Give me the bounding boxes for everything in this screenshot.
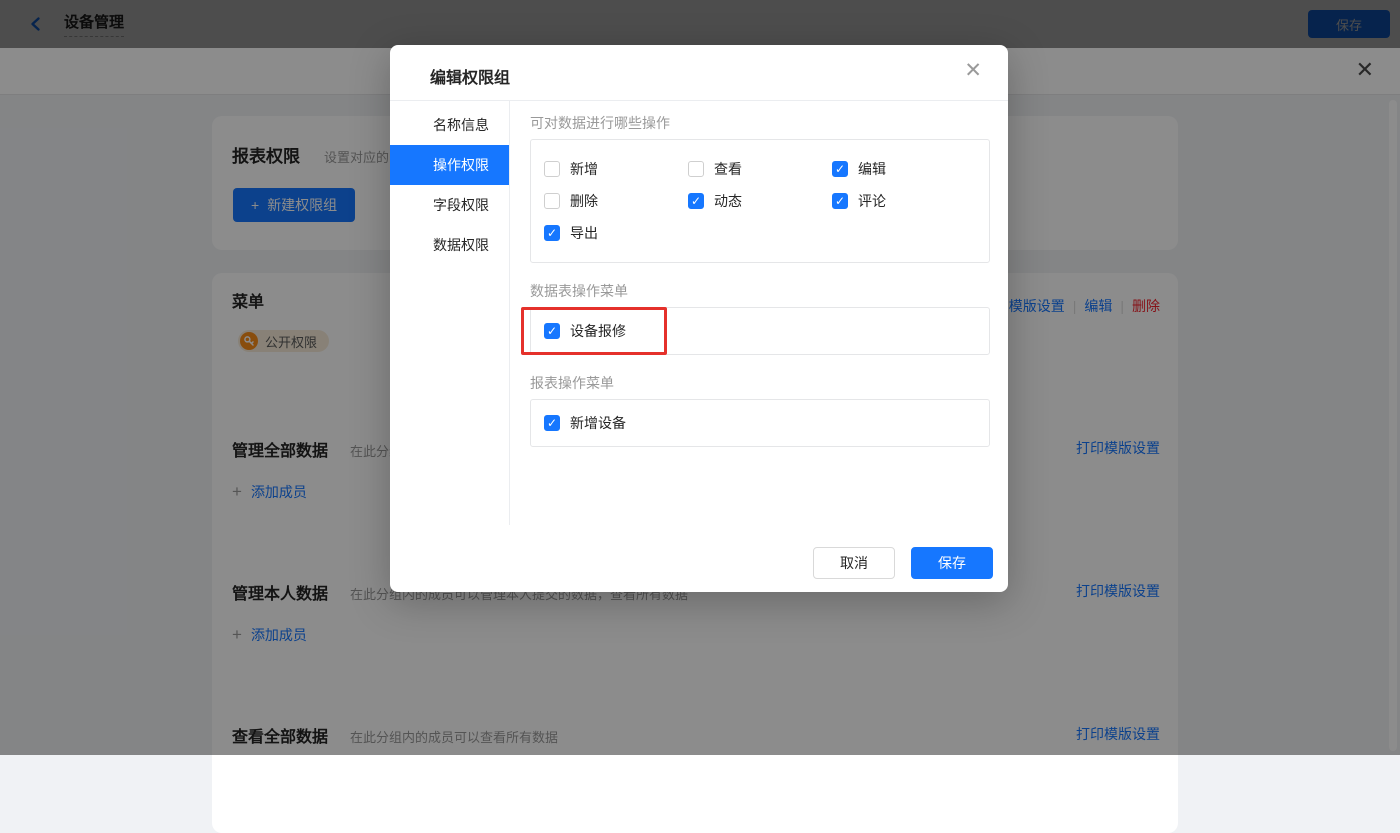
checkbox-checked[interactable]: ✓: [832, 161, 848, 177]
checkbox-checked[interactable]: ✓: [832, 193, 848, 209]
section-label: 数据表操作菜单: [530, 281, 990, 301]
section-label: 可对数据进行哪些操作: [530, 113, 990, 133]
checkbox-item[interactable]: 删除: [544, 185, 688, 217]
modal-tab-4[interactable]: 数据权限: [390, 225, 509, 265]
checkbox-label: 导出: [570, 223, 598, 243]
checkbox-checked[interactable]: ✓: [544, 225, 560, 241]
modal-tab-1[interactable]: 名称信息: [390, 105, 509, 145]
checkbox-label: 新增设备: [570, 413, 626, 433]
checkbox-item[interactable]: ✓ 新增设备: [544, 407, 688, 439]
checkbox-item[interactable]: ✓ 导出: [544, 217, 688, 249]
modal-header: 编辑权限组 ✕: [390, 45, 1008, 101]
checkbox-unchecked[interactable]: [544, 193, 560, 209]
checkbox-item[interactable]: 查看: [688, 153, 832, 185]
checkbox-label: 评论: [858, 191, 886, 211]
checkbox-item[interactable]: ✓ 动态: [688, 185, 832, 217]
cancel-button[interactable]: 取消: [813, 547, 895, 579]
modal-tab-2[interactable]: 操作权限: [390, 145, 509, 185]
modal-close-icon[interactable]: ✕: [964, 58, 982, 83]
checkbox-label: 编辑: [858, 159, 886, 179]
checkbox-item[interactable]: ✓ 设备报修: [544, 315, 688, 347]
section-box: ✓ 新增设备: [530, 399, 990, 447]
section-box: ✓ 设备报修: [530, 307, 990, 355]
modal-title: 编辑权限组: [430, 64, 510, 88]
section-box: 新增 查看 ✓ 编辑删除 ✓ 动态 ✓ 评论 ✓ 导出: [530, 139, 990, 263]
checkbox-item[interactable]: 新增: [544, 153, 688, 185]
checkbox-checked[interactable]: ✓: [544, 323, 560, 339]
modal-save-button[interactable]: 保存: [911, 547, 993, 579]
checkbox-label: 动态: [714, 191, 742, 211]
checkbox-checked[interactable]: ✓: [688, 193, 704, 209]
checkbox-label: 设备报修: [570, 321, 626, 341]
modal-footer: 取消 保存: [813, 547, 993, 579]
checkbox-item[interactable]: ✓ 评论: [832, 185, 976, 217]
modal-sections: 可对数据进行哪些操作新增 查看 ✓ 编辑删除 ✓ 动态 ✓ 评论 ✓ 导出数据表操作菜单 ✓ 设备报修…: [510, 101, 1008, 525]
checkbox-label: 新增: [570, 159, 598, 179]
edit-permission-group-modal: 编辑权限组 ✕ 名称信息操作权限字段权限数据权限 可对数据进行哪些操作新增 查看 ✓…: [390, 45, 1008, 592]
checkbox-checked[interactable]: ✓: [544, 415, 560, 431]
checkbox-unchecked[interactable]: [688, 161, 704, 177]
checkbox-label: 查看: [714, 159, 742, 179]
checkbox-unchecked[interactable]: [544, 161, 560, 177]
modal-tab-3[interactable]: 字段权限: [390, 185, 509, 225]
section-label: 报表操作菜单: [530, 373, 990, 393]
checkbox-label: 删除: [570, 191, 598, 211]
modal-tabs: 名称信息操作权限字段权限数据权限: [390, 101, 510, 525]
checkbox-item[interactable]: ✓ 编辑: [832, 153, 976, 185]
